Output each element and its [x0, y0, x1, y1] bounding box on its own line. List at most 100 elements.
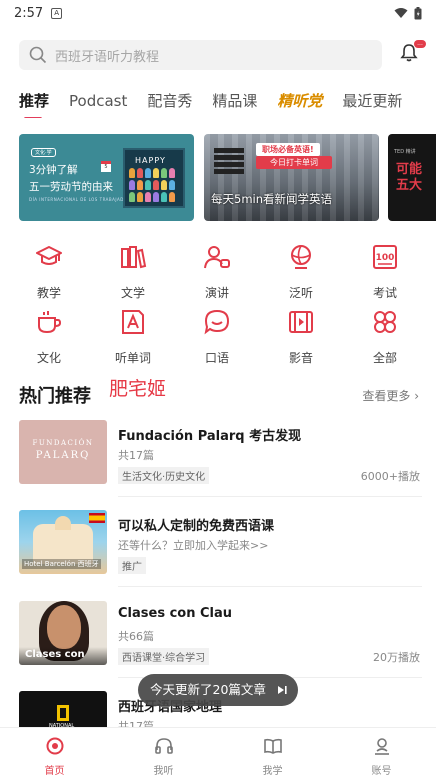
nav-learn[interactable]: 我学	[218, 728, 327, 775]
category-culture[interactable]: 文化	[19, 308, 79, 366]
category-label: 泛听	[288, 286, 313, 300]
status-time: 2:57	[14, 5, 44, 21]
banner-tag: 文化·学	[31, 148, 56, 157]
category-oral[interactable]: 口语	[187, 308, 247, 366]
toast-text: 今天更新了20篇文章	[150, 682, 266, 697]
banner-line-2: 五一劳动节的由来	[29, 181, 113, 193]
banner-ted[interactable]: TED 精讲 可能 五大	[388, 134, 436, 221]
search-icon	[29, 46, 47, 64]
headphones-icon	[154, 738, 173, 754]
building-illustration	[33, 516, 93, 564]
list-item[interactable]: Clases con Clau Clases con Clau 共66篇 西语课…	[19, 601, 422, 665]
category-label: 全部	[372, 351, 397, 365]
item-plays: 6000+播放	[360, 470, 420, 483]
thumb-text: Hotel Barcelón 西班牙	[22, 559, 101, 569]
banner-line-1: 3分钟了解	[29, 164, 78, 176]
film-icon	[289, 311, 313, 333]
banner-pill-2: 今日打卡单词	[256, 156, 332, 169]
item-plays: 20万播放	[373, 651, 420, 664]
portrait-face	[47, 605, 81, 649]
tab-recommend[interactable]: 推荐	[19, 88, 49, 118]
search-row: 西班牙语听力教程 ...	[19, 40, 426, 70]
nav-label: 我学	[262, 766, 283, 775]
crowd-illustration	[129, 168, 181, 202]
notification-badge: ...	[414, 40, 426, 48]
hot-recommend-header: 热门推荐 肥宅姬 查看更多 ›	[19, 374, 419, 407]
list-item[interactable]: Hotel Barcelón 西班牙 可以私人定制的免费西语课 还等什么？立即加…	[19, 510, 422, 574]
nav-label: 我听	[153, 766, 174, 775]
banner-ted-tag: TED 精讲	[394, 149, 416, 155]
search-placeholder: 西班牙语听力教程	[55, 49, 160, 65]
status-bar: 2:57 A	[0, 0, 436, 26]
tab-premium-course[interactable]: 精品课	[212, 88, 257, 118]
notification-bell-button[interactable]: ...	[400, 40, 426, 67]
tab-recent-updates[interactable]: 最近更新	[342, 88, 402, 118]
category-label: 演讲	[204, 286, 229, 300]
poster-text: HAPPY	[135, 156, 166, 165]
nav-home[interactable]: 首页	[0, 728, 109, 775]
category-tabs: 推荐 Podcast 配音秀 精品课 精听党 最近更新	[0, 88, 436, 118]
tab-intensive-listening[interactable]: 精听党	[277, 88, 322, 118]
open-book-icon	[263, 738, 282, 754]
notification-app-icon: A	[51, 7, 63, 19]
section-title: 热门推荐	[19, 386, 91, 407]
watermark-stamp: 肥宅姬	[109, 378, 167, 400]
status-icons	[394, 6, 422, 20]
skip-icon	[278, 686, 287, 694]
search-input[interactable]: 西班牙语听力教程	[19, 40, 382, 70]
exam-100-icon: 100	[373, 245, 397, 269]
home-icon	[46, 737, 63, 755]
speech-bubble-icon	[204, 309, 230, 335]
thumb-text: FUNDACIÓN	[32, 439, 94, 447]
item-title: Clases con Clau	[118, 606, 233, 621]
nat-geo-frame-icon	[57, 705, 69, 721]
banner-poster: HAPPY	[123, 148, 185, 208]
item-title: Fundación Palarq 考古发现	[118, 429, 302, 444]
category-exam[interactable]: 100 考试	[355, 243, 415, 301]
nav-listen[interactable]: 我听	[109, 728, 218, 775]
item-count: 共66篇	[118, 630, 154, 643]
item-title: 可以私人定制的免费西语课	[118, 519, 275, 534]
list-item[interactable]: FUNDACIÓN PALARQ Fundación Palarq 考古发现 共…	[19, 420, 422, 484]
update-toast[interactable]: 今天更新了20篇文章	[138, 674, 298, 706]
category-label: 听单词	[114, 351, 151, 365]
category-literature[interactable]: 文学	[103, 243, 163, 301]
chevron-right-icon: ›	[414, 389, 419, 403]
tab-podcast[interactable]: Podcast	[69, 88, 127, 118]
category-vocabulary[interactable]: 听单词	[103, 308, 163, 366]
item-thumbnail: Clases con Clau	[19, 601, 107, 665]
globe-icon	[291, 245, 311, 269]
banner-ted-text: 可能 五大	[396, 162, 423, 193]
see-more-link[interactable]: 查看更多 ›	[362, 387, 419, 404]
svg-text:100: 100	[376, 253, 395, 263]
banner-footer: DÍA INTERNACIONAL DE LOS TRABAJADORES	[29, 197, 137, 202]
category-all[interactable]: 全部	[355, 308, 415, 366]
category-teaching[interactable]: 教学	[19, 243, 79, 301]
banner-pill-1: 职场必备英语!	[256, 143, 320, 156]
spain-flag-icon	[89, 513, 105, 523]
divider	[118, 496, 422, 497]
category-label: 口语	[204, 351, 229, 365]
category-label: 文化	[36, 351, 61, 365]
tab-dubbing[interactable]: 配音秀	[147, 88, 192, 118]
item-subtitle: 还等什么？立即加入学起来>>	[118, 539, 269, 552]
nav-account[interactable]: 账号	[327, 728, 436, 775]
banner-may-day[interactable]: 文化·学 3分钟了解 5 五一劳动节的由来 DÍA INTERNACIONAL …	[19, 134, 194, 221]
banner-carousel: 文化·学 3分钟了解 5 五一劳动节的由来 DÍA INTERNACIONAL …	[19, 134, 436, 221]
category-label: 文学	[120, 286, 145, 300]
battery-icon	[414, 6, 422, 19]
category-label: 教学	[36, 286, 61, 300]
category-speech[interactable]: 演讲	[187, 243, 247, 301]
nav-label: 账号	[371, 766, 392, 775]
category-video[interactable]: 影音	[271, 308, 331, 366]
item-tag: 推广	[118, 557, 146, 574]
cup-icon	[38, 311, 62, 334]
books-icon	[121, 246, 147, 269]
banner-news-english[interactable]: 职场必备英语! 今日打卡单词 每天5min看新闻学英语	[204, 134, 379, 221]
word-card-icon	[122, 310, 144, 334]
category-extensive-listening[interactable]: 泛听	[271, 243, 331, 301]
bottom-nav: 首页 我听 我学 账号	[0, 727, 436, 775]
thumb-text: PALARQ	[35, 450, 91, 461]
category-label: 考试	[372, 286, 397, 300]
banner-caption: 每天5min看新闻学英语	[211, 192, 333, 206]
